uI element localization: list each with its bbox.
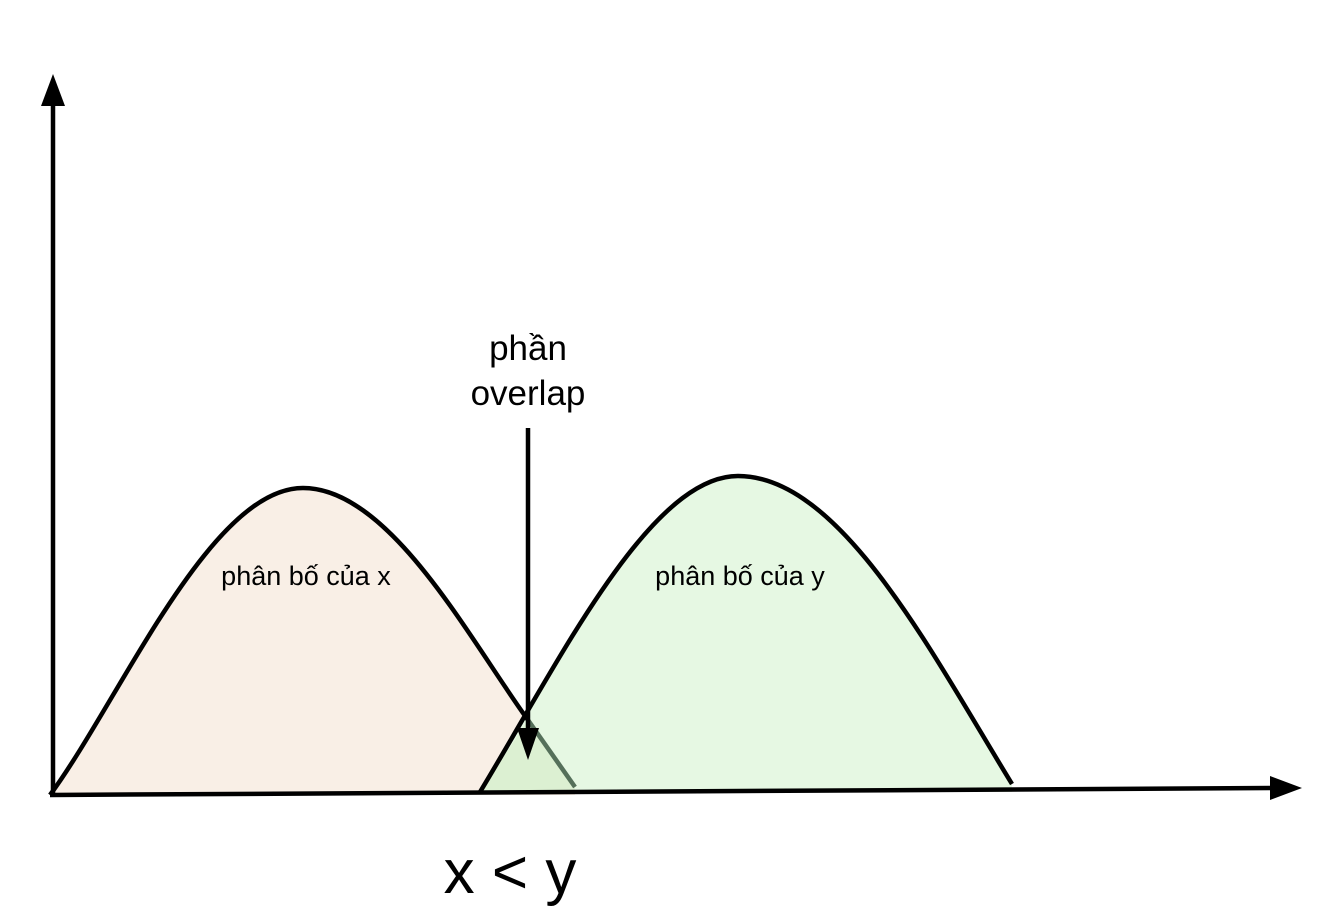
caption-x-less-than-y: x < y	[444, 838, 577, 907]
distribution-y-label: phân bố của y	[655, 561, 825, 591]
overlap-label-line2: overlap	[471, 374, 586, 413]
distribution-y-area	[480, 476, 1012, 792]
overlap-diagram: phân bố của x phân bố của y phần overlap…	[41, 74, 1302, 907]
y-axis-arrowhead	[41, 74, 65, 106]
distribution-x-area	[50, 488, 575, 795]
distribution-x-label: phân bố của x	[221, 561, 391, 591]
x-axis-arrowhead	[1270, 776, 1302, 800]
overlap-label-line1: phần	[489, 329, 567, 368]
